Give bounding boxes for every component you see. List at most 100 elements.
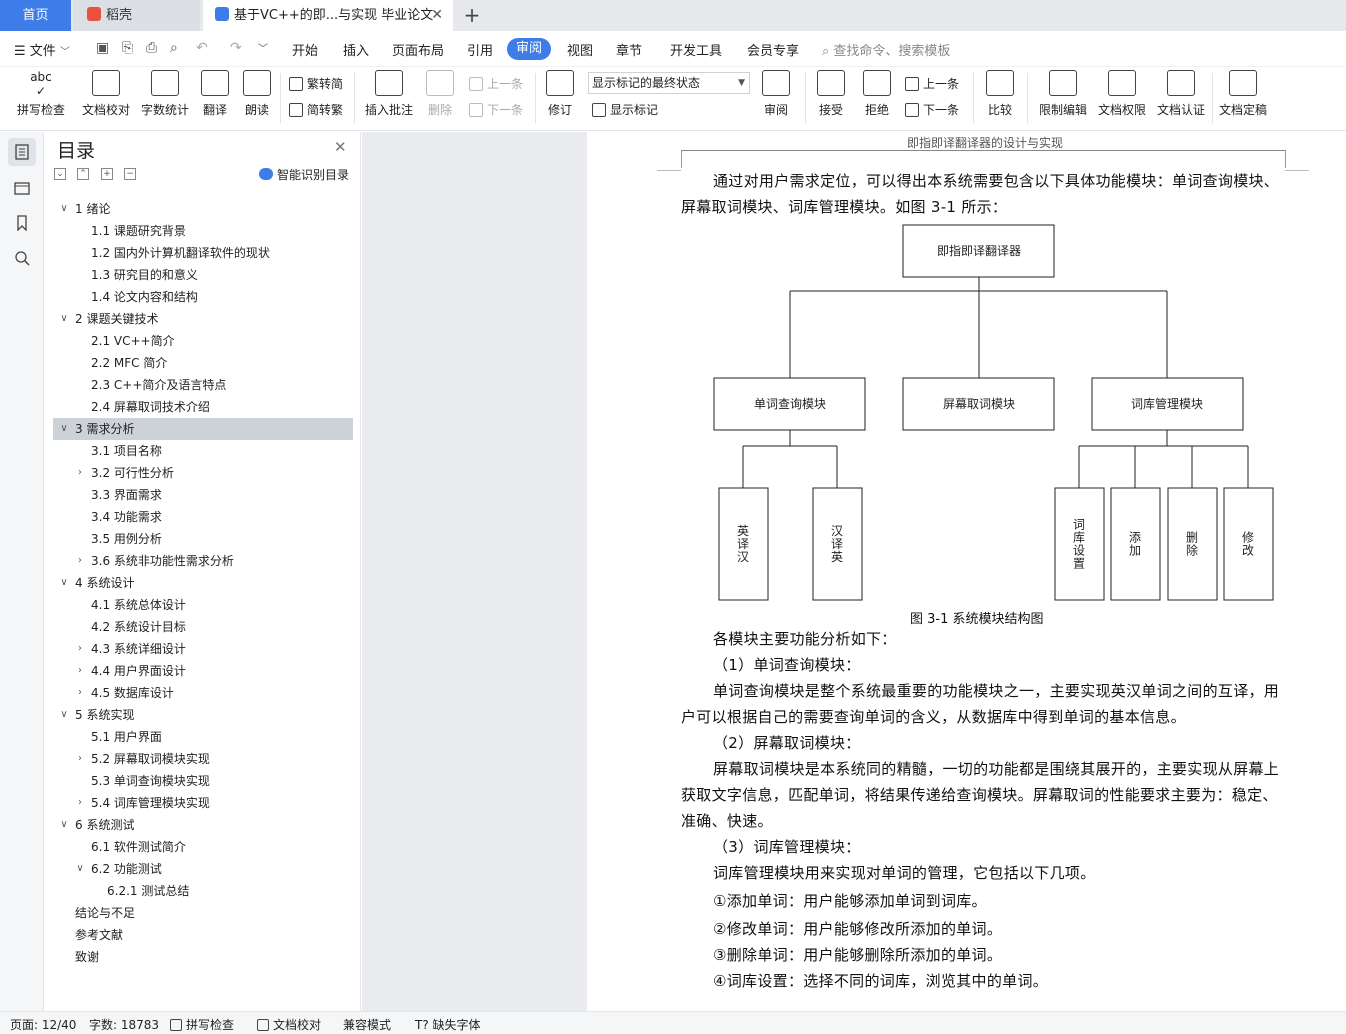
toc-item[interactable]: 5.3 单词查询模块实现 — [53, 770, 353, 792]
compat-mode-indicator[interactable]: 兼容模式 — [343, 1016, 391, 1033]
compare-button[interactable]: 比较 — [980, 70, 1020, 118]
toc-item[interactable]: ∨ 1 绪论 — [53, 198, 353, 220]
toc-item[interactable]: › 3.2 可行性分析 — [53, 462, 353, 484]
chevron-right-icon[interactable]: › — [75, 638, 85, 660]
expand-all-icon[interactable]: ⌄ — [54, 168, 66, 180]
menu-reference[interactable]: 引用 — [467, 40, 493, 59]
save-icon[interactable]: ▣ — [96, 40, 109, 56]
translate-button[interactable]: 翻译 — [197, 70, 233, 118]
doc-finalize-button[interactable]: 文档定稿 — [1216, 70, 1270, 118]
tab-document[interactable]: 基于VC++的即...与实现 毕业论文 ✕ — [203, 0, 453, 31]
close-icon[interactable]: ✕ — [334, 138, 347, 156]
show-markup-button[interactable]: 显示标记 — [592, 101, 658, 118]
word-count-indicator[interactable]: 字数: 18783 — [89, 1016, 159, 1033]
redo-icon[interactable]: ↷ — [230, 40, 242, 56]
toc-pane-button[interactable] — [8, 138, 36, 166]
toc-item[interactable]: 1.1 课题研究背景 — [53, 220, 353, 242]
toc-item[interactable]: 结论与不足 — [53, 902, 353, 924]
prev-comment-button[interactable]: 上一条 — [469, 75, 523, 92]
prev-change-button[interactable]: 上一条 — [905, 75, 959, 92]
next-comment-button[interactable]: 下一条 — [469, 101, 523, 118]
toc-item[interactable]: 2.1 VC++简介 — [53, 330, 353, 352]
menu-chapter[interactable]: 章节 — [616, 40, 642, 59]
toc-item[interactable]: › 5.2 屏幕取词模块实现 — [53, 748, 353, 770]
document-page[interactable]: 即指即译翻译器的设计与实现 通过对用户需求定位，可以得出本系统需要包含以下具体功… — [587, 132, 1346, 1011]
chevron-right-icon[interactable]: › — [75, 550, 85, 572]
toc-item[interactable]: 4.2 系统设计目标 — [53, 616, 353, 638]
missing-font-indicator[interactable]: T? 缺失字体 — [415, 1016, 481, 1033]
accept-button[interactable]: 接受 — [811, 70, 851, 118]
menu-layout[interactable]: 页面布局 — [392, 40, 444, 59]
close-icon[interactable]: ✕ — [431, 0, 443, 31]
nav-pane-button[interactable] — [8, 174, 36, 202]
toc-item[interactable]: 1.4 论文内容和结构 — [53, 286, 353, 308]
doc-permission-button[interactable]: 文档权限 — [1095, 70, 1149, 118]
toc-item[interactable]: ∨ 2 课题关键技术 — [53, 308, 353, 330]
track-changes-button[interactable]: 修订 — [541, 70, 579, 118]
menu-start[interactable]: 开始 — [292, 40, 318, 59]
toc-item[interactable]: › 4.4 用户界面设计 — [53, 660, 353, 682]
chevron-right-icon[interactable]: › — [75, 660, 85, 682]
chevron-right-icon[interactable]: › — [75, 792, 85, 814]
chevron-down-icon[interactable]: ∨ — [59, 308, 69, 330]
toc-item[interactable]: 1.2 国内外计算机翻译软件的现状 — [53, 242, 353, 264]
chevron-right-icon[interactable]: › — [75, 682, 85, 704]
more-icon[interactable]: ﹀ — [258, 40, 268, 55]
new-tab-button[interactable]: + — [462, 0, 482, 31]
delete-comment-button[interactable]: 删除 — [422, 70, 458, 118]
chevron-right-icon[interactable]: › — [75, 462, 85, 484]
read-aloud-button[interactable]: 朗读 — [240, 70, 274, 118]
reject-button[interactable]: 拒绝 — [857, 70, 897, 118]
toc-item[interactable]: 3.4 功能需求 — [53, 506, 353, 528]
toc-item[interactable]: 3.5 用例分析 — [53, 528, 353, 550]
bookmark-pane-button[interactable] — [8, 209, 36, 237]
remove-heading-icon[interactable]: − — [124, 168, 136, 180]
toc-item[interactable]: › 4.3 系统详细设计 — [53, 638, 353, 660]
spell-check-button[interactable]: abc ✓ 拼写检查 — [10, 70, 72, 118]
collapse-all-icon[interactable]: ⌃ — [77, 168, 89, 180]
toc-item[interactable]: ∨ 6.2 功能测试 — [53, 858, 353, 880]
chevron-down-icon[interactable]: ∨ — [59, 704, 69, 726]
toc-item[interactable]: ∨ 3 需求分析 — [53, 418, 353, 440]
add-heading-icon[interactable]: + — [101, 168, 113, 180]
review-pane-button[interactable]: 审阅 — [756, 70, 796, 118]
chevron-down-icon[interactable]: ∨ — [75, 858, 85, 880]
toc-item[interactable]: 4.1 系统总体设计 — [53, 594, 353, 616]
menu-member[interactable]: 会员专享 — [747, 40, 799, 59]
toc-item[interactable]: › 5.4 词库管理模块实现 — [53, 792, 353, 814]
print-preview-icon[interactable]: ⌕ — [170, 40, 178, 56]
toc-item[interactable]: 5.1 用户界面 — [53, 726, 353, 748]
toc-item[interactable]: › 3.6 系统非功能性需求分析 — [53, 550, 353, 572]
toc-item[interactable]: › 4.5 数据库设计 — [53, 682, 353, 704]
undo-icon[interactable]: ↶ — [196, 40, 208, 56]
simp-to-trad-button[interactable]: 简转繁 — [289, 101, 343, 118]
toc-item[interactable]: 致谢 — [53, 946, 353, 968]
smart-toc-button[interactable]: 智能识别目录 — [259, 166, 349, 183]
doc-proofread-button[interactable]: 文档校对 — [78, 70, 134, 118]
page-indicator[interactable]: 页面: 12/40 — [10, 1016, 76, 1033]
markup-state-select[interactable]: 显示标记的最终状态 ▼ — [588, 72, 750, 94]
find-pane-button[interactable] — [8, 244, 36, 272]
chevron-right-icon[interactable]: › — [75, 748, 85, 770]
menu-insert[interactable]: 插入 — [343, 40, 369, 59]
menu-review[interactable]: 审阅 — [507, 38, 551, 60]
toc-item[interactable]: ∨ 4 系统设计 — [53, 572, 353, 594]
next-change-button[interactable]: 下一条 — [905, 101, 959, 118]
status-doc-check[interactable]: 文档校对 — [257, 1016, 321, 1033]
chevron-down-icon[interactable]: ∨ — [59, 814, 69, 836]
insert-comment-button[interactable]: 插入批注 — [362, 70, 416, 118]
status-spell-check[interactable]: 拼写检查 — [170, 1016, 234, 1033]
toc-item[interactable]: 2.2 MFC 简介 — [53, 352, 353, 374]
export-icon[interactable]: ⎘ — [122, 40, 133, 56]
word-count-button[interactable]: 字数统计 — [139, 70, 191, 118]
command-search[interactable]: ⌕ 查找命令、搜索模板 — [822, 40, 950, 59]
toc-item[interactable]: 2.4 屏幕取词技术介绍 — [53, 396, 353, 418]
toc-item[interactable]: ∨ 5 系统实现 — [53, 704, 353, 726]
toc-item[interactable]: 2.3 C++简介及语言特点 — [53, 374, 353, 396]
tab-daoke[interactable]: 稻壳 — [73, 0, 200, 31]
chevron-down-icon[interactable]: ∨ — [59, 198, 69, 220]
print-icon[interactable]: ⎙ — [146, 40, 157, 56]
toc-item[interactable]: 3.3 界面需求 — [53, 484, 353, 506]
toc-item[interactable]: 参考文献 — [53, 924, 353, 946]
restrict-edit-button[interactable]: 限制编辑 — [1036, 70, 1090, 118]
